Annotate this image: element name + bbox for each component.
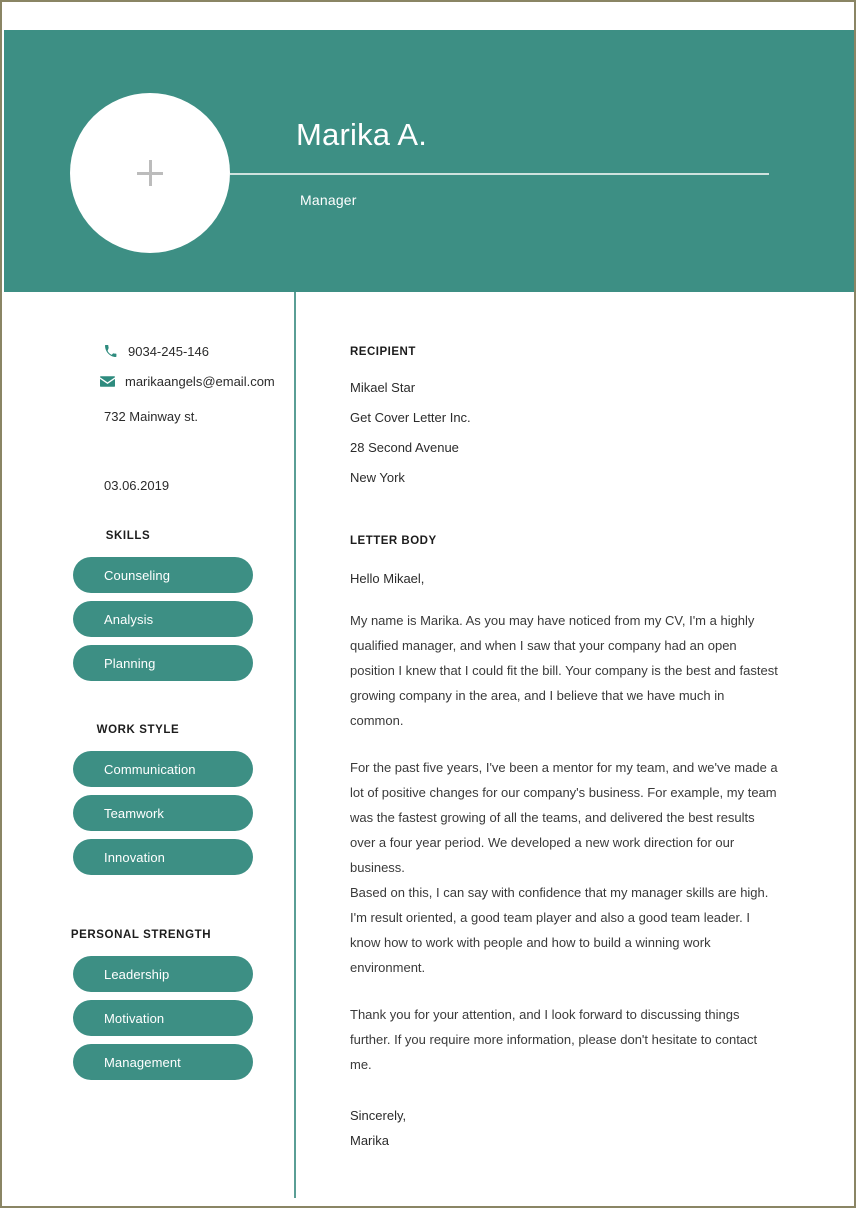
street-address: 732 Mainway st. [104,409,198,424]
candidate-job-title: Manager [300,192,357,208]
recipient-block: Mikael Star Get Cover Letter Inc. 28 Sec… [350,380,780,485]
personal-strength-pill[interactable]: Management [73,1044,253,1080]
letter-signoff: Sincerely, Marika [350,1103,780,1153]
sidebar-section-title: SKILLS [105,530,151,542]
skill-pill[interactable]: Analysis [73,601,253,637]
letter-header: Marika A. Manager [4,30,854,292]
personal-strength-pill[interactable]: Leadership [73,956,253,992]
letter-paragraph: Thank you for your attention, and I look… [350,1007,758,1072]
letter-column: RECIPIENT Mikael Star Get Cover Letter I… [350,292,780,1153]
column-divider [294,292,296,1198]
header-divider-rule [230,173,769,175]
letter-paragraph: For the past five years, I've been a men… [350,760,778,875]
letter-paragraph: My name is Marika. As you may have notic… [350,613,778,728]
candidate-name: Marika A. [296,117,428,152]
contact-email[interactable]: marikaangels@email.com [99,374,275,389]
personal-strength-pill[interactable]: Motivation [73,1000,253,1036]
sidebar-section-title: WORK STYLE [96,724,180,736]
skill-pill[interactable]: Counseling [73,557,253,593]
work-style-pill[interactable]: Teamwork [73,795,253,831]
phone-icon [102,345,119,358]
sidebar-section-skills: SKILLS Counseling Analysis Planning [4,530,294,681]
recipient-line: 28 Second Avenue [350,440,459,455]
sidebar-section-work-style: WORK STYLE Communication Teamwork Innova… [4,724,294,875]
letter-greeting: Hello Mikael, [350,571,425,586]
envelope-icon [99,376,116,387]
recipient-line: New York [350,470,405,485]
recipient-line: Mikael Star [350,380,416,395]
sidebar-section-title: PERSONAL STRENGTH [70,929,212,941]
letter-content: 9034-245-146 marikaangels@email.com 732 … [4,292,854,1206]
avatar-photo-placeholder[interactable] [70,93,230,253]
skill-pill[interactable]: Planning [73,645,253,681]
plus-icon [137,160,163,186]
email-address: marikaangels@email.com [125,374,275,389]
contact-phone[interactable]: 9034-245-146 [102,344,209,359]
sidebar-section-personal-strength: PERSONAL STRENGTH Leadership Motivation … [4,929,294,1080]
sidebar: 9034-245-146 marikaangels@email.com 732 … [4,292,294,1206]
letter-date: 03.06.2019 [104,478,170,493]
signature-name: Marika [350,1133,390,1148]
cover-letter-page: Marika A. Manager 9034-245-146 marikaang… [0,0,856,1208]
closing-text: Sincerely, [350,1108,407,1123]
phone-number: 9034-245-146 [128,344,209,359]
recipient-line: Get Cover Letter Inc. [350,410,471,425]
letter-body-label: LETTER BODY [350,535,437,547]
letter-paragraph: Based on this, I can say with confidence… [350,885,769,975]
work-style-pill[interactable]: Communication [73,751,253,787]
work-style-pill[interactable]: Innovation [73,839,253,875]
recipient-label: RECIPIENT [350,346,416,358]
